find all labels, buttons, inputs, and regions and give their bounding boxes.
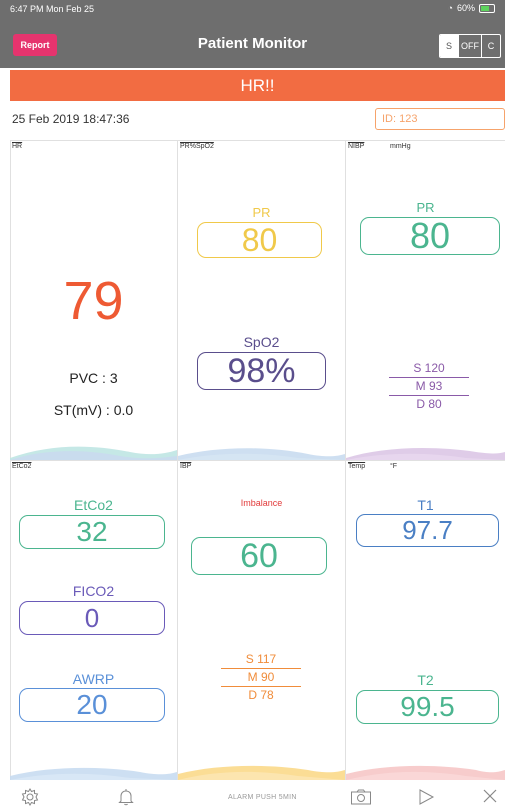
temp-wave-decoration	[346, 765, 505, 780]
page-title: Patient Monitor	[197, 35, 308, 52]
camera-icon[interactable]	[350, 788, 372, 806]
grid-line-left	[177, 140, 178, 780]
nibp-pr-value-box: 80	[360, 215, 500, 256]
ibp-wave-decoration	[178, 765, 345, 780]
mode-segmented-control: S OFF C	[439, 34, 501, 58]
ibp-pressure-stack: S 117 M 90 D 78	[221, 651, 301, 704]
spo2-value-box: 98%	[197, 352, 326, 390]
segment-off[interactable]: OFF	[458, 35, 481, 57]
temp-panel-label: Temp	[348, 463, 366, 470]
segment-c[interactable]: C	[481, 35, 500, 57]
t2-title: T2	[417, 672, 434, 688]
ibp-value-box: 60	[191, 537, 327, 575]
wifi-icon: ◔	[447, 3, 453, 13]
nibp-systolic: S 120	[389, 360, 469, 378]
nibp-unit: mmHg	[390, 143, 411, 150]
alarm-banner: HR!!	[10, 70, 505, 101]
grid-line-top	[10, 140, 505, 141]
ibp-panel-label: IBP	[180, 463, 192, 470]
nibp-mean: M 93	[389, 378, 469, 396]
bell-icon[interactable]	[117, 788, 135, 806]
hr-value: 79	[63, 271, 124, 331]
fico2-title: FICO2	[72, 583, 115, 599]
timestamp: 25 Feb 2019 18:47:36	[12, 112, 130, 126]
segment-s[interactable]: S	[440, 35, 458, 57]
ibp-diastolic: D 78	[248, 688, 274, 702]
gear-icon[interactable]	[21, 788, 39, 806]
status-icons: ◔ 60%	[448, 3, 495, 13]
nav-bar: Report Patient Monitor S OFF C	[0, 18, 505, 68]
awrp-title: AWRP	[72, 671, 115, 687]
alarm-push-label[interactable]: ALARM PUSH 5MIN	[228, 794, 297, 801]
nibp-diastolic: D 80	[416, 397, 442, 411]
pr-title: PR	[252, 205, 271, 220]
pr-spo2-panel-label: PR%SpO2	[180, 143, 214, 150]
pr-value-box: 80	[197, 222, 322, 258]
ibp-mean: M 90	[221, 669, 301, 687]
st-text: ST(mV) : 0.0	[53, 402, 134, 418]
ibp-systolic: S 117	[221, 651, 301, 669]
temp-unit: °F	[390, 463, 398, 470]
spo2-title: SpO2	[243, 334, 280, 350]
etco2-wave-decoration	[10, 767, 177, 780]
hr-panel-label: HR	[12, 143, 23, 150]
close-icon[interactable]	[482, 788, 498, 804]
t2-value-box: 99.5	[356, 690, 499, 724]
patient-id-field[interactable]: ID: 123	[375, 108, 505, 130]
nibp-pressure-stack: S 120 M 93 D 80	[389, 360, 469, 413]
etco2-panel-label: EtCo2	[12, 463, 32, 470]
awrp-value-box: 20	[19, 688, 165, 722]
nibp-pr-title: PR	[416, 200, 435, 215]
status-time-date: 6:47 PM Mon Feb 25	[10, 4, 95, 14]
nibp-wave-decoration	[346, 448, 505, 460]
status-bar: 6:47 PM Mon Feb 25 ◔ 60%	[0, 0, 505, 18]
pr-spo2-wave-decoration	[178, 448, 345, 460]
pvc-text: PVC : 3	[69, 370, 118, 386]
hr-wave-decoration	[10, 446, 177, 460]
etco2-title: EtCo2	[74, 497, 113, 513]
battery-percent: 60%	[456, 3, 475, 13]
bottom-toolbar: ALARM PUSH 5MIN	[0, 780, 505, 810]
battery-icon	[479, 3, 495, 13]
t1-title: T1	[417, 497, 434, 513]
grid-line-middle	[10, 460, 505, 461]
etco2-value-box: 32	[19, 515, 165, 549]
fico2-value-box: 0	[19, 601, 165, 635]
ibp-imbalance-alert: Imbalance	[240, 498, 283, 508]
t1-value-box: 97.7	[356, 514, 499, 547]
play-icon[interactable]	[417, 788, 435, 806]
nibp-panel-label: NIBP	[348, 143, 365, 150]
